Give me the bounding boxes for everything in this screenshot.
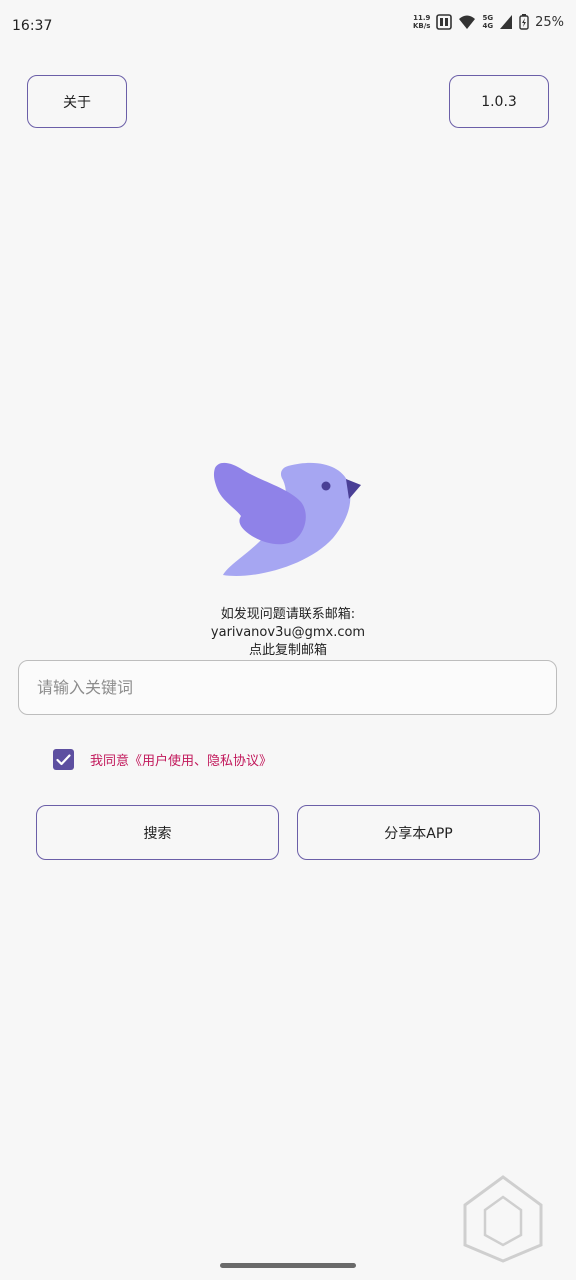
contact-info: 如发现问题请联系邮箱: yarivanov3u@gmx.com 点此复制邮箱 [0,606,576,660]
hd-icon [436,14,453,30]
share-app-button[interactable]: 分享本APP [297,805,540,860]
search-field[interactable] [18,660,557,715]
status-time: 16:37 [12,18,53,34]
about-button-label: 关于 [63,94,91,111]
battery-icon [519,14,529,30]
gesture-nav-bar[interactable] [220,1263,356,1268]
check-icon [56,753,71,765]
battery-level: 25% [535,14,564,30]
agreement-row[interactable]: 我同意《用户使用、隐私协议》 [53,749,272,770]
status-bar: 16:37 11.9 KB/s 5G 4G 25% [0,0,576,54]
contact-prompt: 如发现问题请联系邮箱: [220,607,356,622]
network-speed-value: 11.9 [413,14,431,22]
version-button-label: 1.0.3 [481,93,517,110]
network-speed-unit: KB/s [412,22,431,30]
network-type-bottom: 4G [482,22,494,30]
search-button-label: 搜索 [143,825,172,842]
network-type-top: 5G [482,14,494,22]
wifi-icon [459,15,476,29]
agreement-link[interactable]: 我同意《用户使用、隐私协议》 [90,750,272,769]
agreement-checkbox[interactable] [53,749,74,770]
network-speed: 11.9 KB/s [413,14,430,30]
about-button[interactable]: 关于 [27,75,127,128]
contact-email: yarivanov3u@gmx.com [210,625,366,640]
search-input[interactable] [19,661,556,714]
network-type: 5G 4G [482,14,493,30]
copy-email-link[interactable]: 点此复制邮箱 [0,642,576,660]
share-app-button-label: 分享本APP [384,825,453,842]
bird-icon [213,462,361,576]
signal-icon [500,15,513,29]
version-button[interactable]: 1.0.3 [449,75,549,128]
status-icons: 11.9 KB/s 5G 4G 25% [413,14,564,30]
watermark-logo [463,1175,543,1263]
search-button[interactable]: 搜索 [36,805,279,860]
